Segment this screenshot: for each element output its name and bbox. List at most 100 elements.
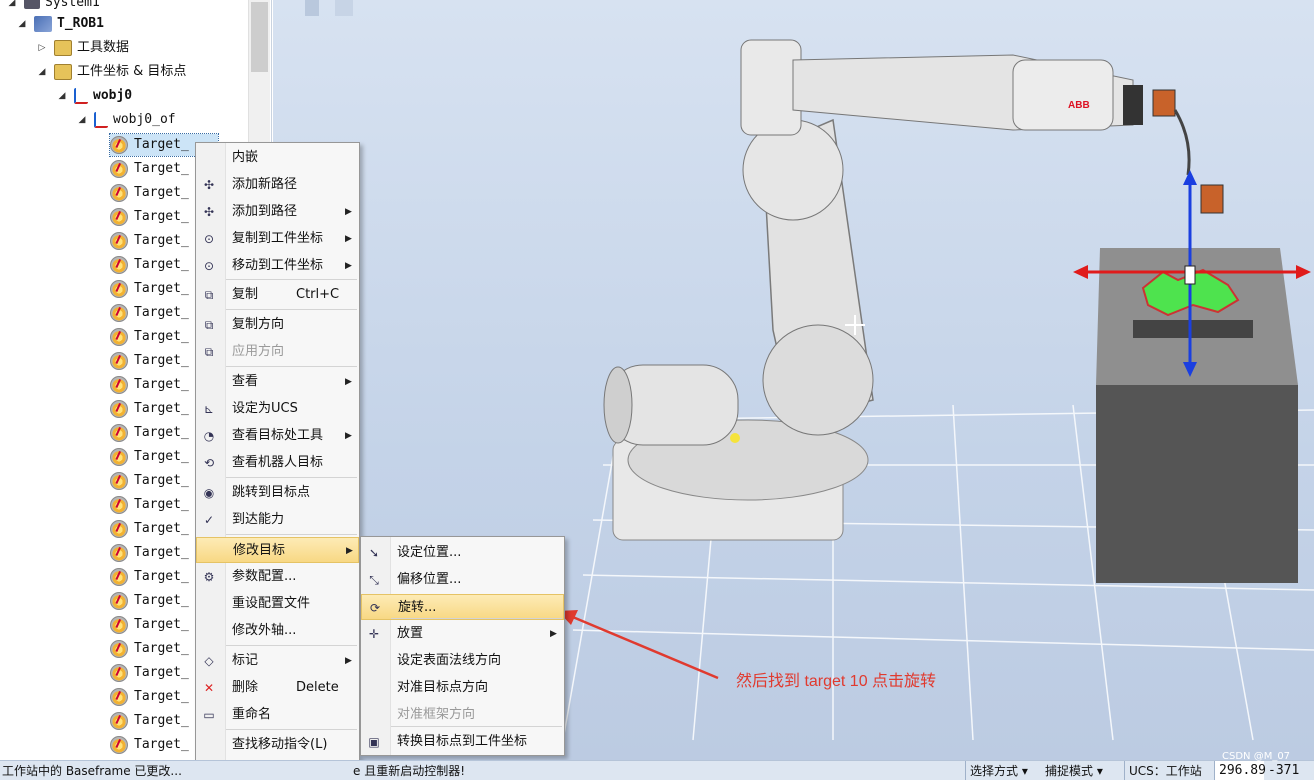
tree-node-target[interactable]: Target_ [110,494,189,516]
menu-item-label: 复制方向 [232,317,285,332]
target-icon [110,136,128,154]
robot-shoulder[interactable] [762,324,874,436]
tree-node-wobj0-of[interactable]: ◢ wobj0_of [76,109,176,131]
snap-mode-dropdown[interactable]: 捕捉模式 ▾ [1045,761,1103,780]
ctx-item-8[interactable]: 查看 ▶ [196,369,359,395]
sub-item-1[interactable]: ⤡ 偏移位置... [361,567,564,593]
target-icon [110,496,128,514]
tree-node-target[interactable]: Target_ [110,158,189,180]
ctx-item-21[interactable]: 查找移动指令(L) [196,732,359,758]
expand-arrow-icon[interactable]: ◢ [56,90,68,102]
tree-node-task[interactable]: ◢ T_ROB1 [16,13,104,35]
tree-node-target[interactable]: Target_ [110,614,189,636]
ctx-item-11[interactable]: ⟲ 查看机器人目标 [196,450,359,476]
tree-node-target[interactable]: Target_ [110,446,189,468]
tree-node-target[interactable]: Target_ [110,230,189,252]
target-label: Target_ [134,185,189,200]
menu-item-label: 设定为UCS [232,401,298,416]
target-label: Target_ [134,641,189,656]
tree-node-target[interactable]: Target_ [110,302,189,324]
expand-arrow-icon[interactable]: ◢ [6,0,18,9]
ctx-item-3[interactable]: ⊙ 复制到工件坐标 ▶ [196,226,359,252]
ctx-item-18[interactable]: ◇ 标记 ▶ [196,648,359,674]
sub-item-2[interactable]: ⟳ 旋转... [361,594,564,620]
menu-separator [226,279,357,280]
ctx-item-17[interactable]: 修改外轴... [196,618,359,644]
tree-node-target[interactable]: Target_ [110,470,189,492]
ctx-item-4[interactable]: ⊙ 移动到工件坐标 ▶ [196,253,359,279]
tree-node-target[interactable]: Target_ [110,278,189,300]
target-icon [110,640,128,658]
target-label: Target_ [134,473,189,488]
menu-item-label: 转换目标点到工件坐标 [397,734,528,749]
play-icon[interactable] [305,0,319,16]
tree-node-wobj-targets[interactable]: ◢ 工件坐标 & 目标点 [36,61,186,83]
robot-tool[interactable] [1152,89,1224,214]
tree-node-target[interactable]: Target_ [110,662,189,684]
workbench[interactable] [1096,248,1298,583]
menu-shortcut: Delete [296,680,339,695]
svg-text:ABB: ABB [1068,100,1090,111]
robot-upper-arm[interactable]: ABB [740,39,1143,136]
tree-node-target[interactable]: Target_ [110,542,189,564]
ctx-item-5[interactable]: ⧉ 复制 Ctrl+C [196,282,359,308]
expand-arrow-icon[interactable]: ◢ [36,66,48,78]
tree-node-target[interactable]: Target_ [110,638,189,660]
tree-node-wobj0[interactable]: ◢ wobj0 [56,85,132,107]
tree-node-target[interactable]: Target_ [110,566,189,588]
menu-item-label: 重设配置文件 [232,596,311,611]
sub-item-4[interactable]: 设定表面法线方向 [361,648,564,674]
menu-separator [226,309,357,310]
target-label: Target_ [134,353,189,368]
tree-node-target[interactable]: Target_ [110,710,189,732]
tree-node-target[interactable]: Target_ [110,350,189,372]
scrollbar-thumb[interactable] [251,2,268,72]
ctx-item-20[interactable]: ▭ 重命名 [196,702,359,728]
expand-arrow-icon[interactable]: ◢ [76,114,88,126]
tree-node-target[interactable]: Target_ [110,182,189,204]
menu-separator [226,366,357,367]
tree-node-tooldata[interactable]: ▷ 工具数据 [36,37,129,59]
tree-node-target[interactable]: Target_ [110,590,189,612]
sub-item-7[interactable]: ▣ 转换目标点到工件坐标 [361,729,564,755]
tree-node-target[interactable]: Target_ [110,422,189,444]
ctx-item-0[interactable]: 内嵌 [196,145,359,171]
convert-target-icon: ▣ [368,735,380,749]
menu-separator [391,618,562,619]
tree-node-system[interactable]: ◢ System1 [6,0,100,14]
stop-icon[interactable] [335,0,353,16]
sub-item-3[interactable]: ✛ 放置 ▶ [361,621,564,647]
tree-node-target[interactable]: Target_ [110,254,189,276]
expand-arrow-icon[interactable]: ◢ [16,18,28,30]
ctx-item-14[interactable]: 修改目标 ▶ [196,537,359,563]
ctx-item-1[interactable]: ✣ 添加新路径 [196,172,359,198]
status-bar: 工作站中的 Baseframe 已更改... e 且重新启动控制器! 选择方式 … [0,751,1314,780]
menu-item-label: 内嵌 [232,150,259,165]
ctx-item-12[interactable]: ◉ 跳转到目标点 [196,480,359,506]
ctx-item-9[interactable]: ⊾ 设定为UCS [196,396,359,422]
tree-node-target[interactable]: Target_ [110,206,189,228]
tree-node-target[interactable]: Target_ [110,398,189,420]
tree-node-target[interactable]: Target_ [110,326,189,348]
ctx-item-2[interactable]: ✣ 添加到路径 ▶ [196,199,359,225]
ctx-item-10[interactable]: ◔ 查看目标处工具 ▶ [196,423,359,449]
tree-node-target[interactable]: Target_ [110,734,189,756]
ctx-item-15[interactable]: ⚙ 参数配置... [196,564,359,590]
sub-item-0[interactable]: ➘ 设定位置... [361,540,564,566]
collapse-arrow-icon[interactable]: ▷ [36,42,48,54]
sub-item-5[interactable]: 对准目标点方向 [361,675,564,701]
menu-separator [226,477,357,478]
tree-node-target[interactable]: Target_ [110,374,189,396]
ctx-item-19[interactable]: ✕ 删除 Delete [196,675,359,701]
tree-node-target[interactable]: Target_ [110,518,189,540]
select-mode-dropdown[interactable]: 选择方式 ▾ [965,761,1028,780]
ctx-item-13[interactable]: ✓ 到达能力 [196,507,359,533]
tree-node-target[interactable]: Target_ [110,686,189,708]
select-mode-label: 选择方式 [970,764,1019,778]
ctx-item-6[interactable]: ⧉ 复制方向 [196,312,359,338]
ctx-item-16[interactable]: 重设配置文件 [196,591,359,617]
tree-node-label: System1 [45,0,100,10]
target-label: Target_ [134,401,189,416]
reachability-icon: ✓ [203,513,215,527]
controller-icon [24,0,40,9]
